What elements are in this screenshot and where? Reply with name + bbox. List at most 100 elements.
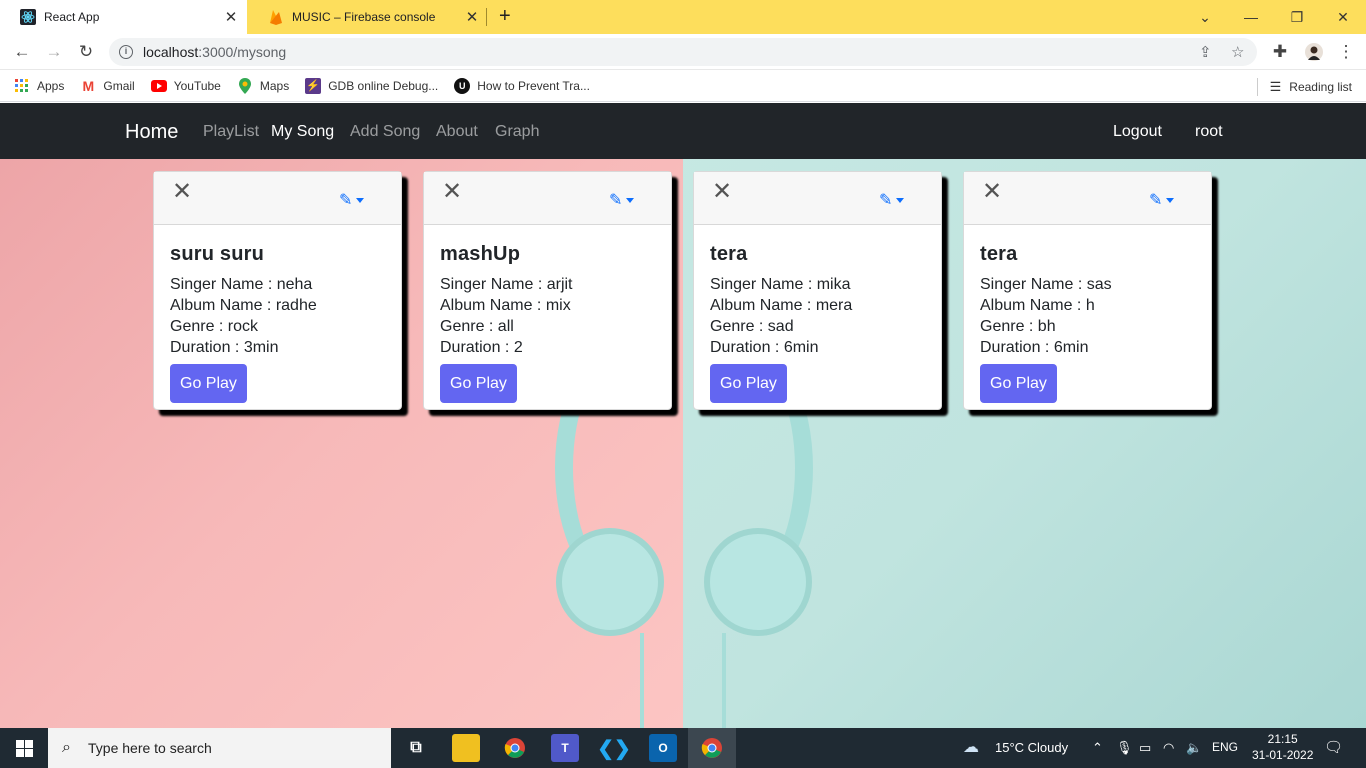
tab-firebase[interactable]: MUSIC – Firebase console ✕ [248, 0, 488, 34]
teams-icon[interactable]: T [551, 734, 579, 762]
pencil-icon: ✎ [609, 192, 623, 209]
album-name: Album Name : radhe [170, 297, 317, 314]
singer-name: Singer Name : neha [170, 276, 313, 293]
notifications-icon[interactable]: 🗨 [1324, 738, 1343, 756]
file-explorer-icon[interactable] [452, 734, 480, 762]
app-navbar: Home PlayList My Song Add Song About Gra… [0, 103, 1366, 159]
tab-strip: React App ✕ MUSIC – Firebase console ✕ +… [0, 0, 1366, 34]
profile-avatar[interactable] [1302, 40, 1326, 64]
maps-icon [237, 77, 253, 94]
weather-text[interactable]: 15°C Cloudy [995, 740, 1068, 755]
duration: Duration : 3min [170, 339, 279, 356]
bookmark-youtube[interactable]: YouTube [150, 78, 221, 94]
bookmark-maps[interactable]: Maps [237, 77, 289, 94]
site-info-icon[interactable]: i [119, 45, 133, 59]
card-body: tera Singer Name : mika Album Name : mer… [694, 225, 941, 403]
wifi-icon[interactable]: ◠ [1163, 740, 1174, 756]
restore-icon[interactable]: ❐ [1274, 0, 1320, 34]
chrome-icon[interactable] [501, 734, 529, 762]
bookmark-gdb[interactable]: ⚡ GDB online Debug... [305, 77, 439, 94]
pencil-icon: ✎ [339, 192, 353, 209]
back-icon[interactable]: ← [10, 40, 34, 64]
bookmark-prevent[interactable]: U How to Prevent Tra... [454, 77, 590, 94]
close-tab-icon[interactable]: ✕ [221, 8, 241, 26]
nav-link-my-song[interactable]: My Song [271, 123, 334, 141]
bookmark-label: GDB online Debug... [328, 78, 439, 93]
bookmark-star-icon[interactable]: ☆ [1231, 43, 1244, 61]
search-placeholder: Type here to search [88, 740, 212, 756]
edit-dropdown[interactable]: ✎ [1149, 190, 1175, 210]
gmail-icon: M [82, 77, 95, 94]
logout-link[interactable]: Logout [1113, 123, 1162, 141]
tab-title: MUSIC – Firebase console [292, 10, 436, 24]
cable-left [640, 633, 644, 728]
address-bar[interactable]: i localhost:3000/mysong ⇪ ☆ [109, 38, 1257, 66]
close-tab-icon[interactable]: ✕ [462, 8, 482, 26]
new-tab-icon[interactable]: + [499, 5, 511, 28]
genre: Genre : rock [170, 318, 259, 335]
react-icon [20, 9, 36, 25]
go-play-button[interactable]: Go Play [440, 364, 517, 403]
singer-name: Singer Name : sas [980, 276, 1112, 293]
go-play-button[interactable]: Go Play [710, 364, 787, 403]
reading-list[interactable]: ☰ Reading list [1256, 78, 1352, 96]
nav-brand-home[interactable]: Home [125, 121, 178, 144]
caret-down-icon [896, 197, 905, 203]
udemy-icon: U [454, 77, 471, 94]
caret-down-icon [626, 197, 635, 203]
bookmark-label: Gmail [103, 78, 135, 93]
vscode-icon[interactable]: ❮❯ [597, 734, 631, 762]
go-play-button[interactable]: Go Play [170, 364, 247, 403]
task-view-icon[interactable]: ⧉ [402, 734, 430, 762]
song-card: ✕ ✎ mashUp Singer Name : arjit Album Nam… [423, 171, 672, 410]
nav-link-playlist[interactable]: PlayList [203, 123, 259, 141]
delete-song-icon[interactable]: ✕ [172, 180, 192, 204]
system-clock[interactable]: 21:15 31-01-2022 [1252, 731, 1313, 763]
song-card: ✕ ✎ suru suru Singer Name : neha Album N… [153, 171, 402, 410]
cloud-icon: ☁ [963, 739, 979, 756]
extensions-icon[interactable]: ✚ [1268, 40, 1292, 64]
bookmark-apps[interactable]: Apps [14, 78, 64, 94]
close-window-icon[interactable]: ✕ [1320, 0, 1366, 34]
share-icon[interactable]: ⇪ [1199, 43, 1212, 61]
minimize-icon[interactable]: — [1228, 0, 1274, 34]
browser-chrome: React App ✕ MUSIC – Firebase console ✕ +… [0, 0, 1366, 102]
reload-icon[interactable]: ↻ [74, 40, 98, 64]
taskbar-search[interactable]: ⌕ Type here to search [48, 728, 391, 768]
song-card: ✕ ✎ tera Singer Name : sas Album Name : … [963, 171, 1212, 410]
bookmark-label: Apps [37, 78, 65, 93]
outlook-icon[interactable]: O [649, 734, 677, 762]
forward-icon[interactable]: → [42, 40, 66, 64]
volume-icon[interactable]: 🔈 [1186, 740, 1202, 756]
delete-song-icon[interactable]: ✕ [982, 180, 1002, 204]
song-title: tera [710, 243, 748, 265]
bookmark-gmail[interactable]: M Gmail [80, 77, 135, 94]
nav-link-about[interactable]: About [436, 123, 478, 141]
battery-icon[interactable]: ▭ [1139, 740, 1151, 756]
earcup-left [556, 528, 664, 636]
tab-react-app[interactable]: React App ✕ [0, 0, 247, 34]
edit-dropdown[interactable]: ✎ [879, 190, 905, 210]
menu-icon[interactable]: ⋮ [1334, 40, 1358, 64]
edit-dropdown[interactable]: ✎ [339, 190, 365, 210]
card-body: suru suru Singer Name : neha Album Name … [154, 225, 401, 403]
page-content: Home PlayList My Song Add Song About Gra… [0, 103, 1366, 728]
tab-search-icon[interactable]: ⌄ [1182, 0, 1228, 34]
windows-start-icon[interactable] [0, 728, 48, 768]
song-title: tera [980, 243, 1018, 265]
language-indicator[interactable]: ENG [1212, 740, 1238, 754]
chrome-icon[interactable] [698, 734, 726, 762]
gdb-icon: ⚡ [305, 77, 322, 94]
pencil-icon: ✎ [879, 192, 893, 209]
card-header: ✕ ✎ [154, 172, 401, 225]
user-name[interactable]: root [1195, 123, 1223, 141]
nav-link-add-song[interactable]: Add Song [350, 123, 420, 141]
delete-song-icon[interactable]: ✕ [442, 180, 462, 204]
delete-song-icon[interactable]: ✕ [712, 180, 732, 204]
microphone-icon[interactable]: 🎙 [1116, 740, 1133, 756]
edit-dropdown[interactable]: ✎ [609, 190, 635, 210]
chevron-up-icon[interactable]: ⌃ [1092, 740, 1103, 756]
nav-link-graph[interactable]: Graph [495, 123, 539, 141]
firebase-icon [268, 9, 284, 25]
go-play-button[interactable]: Go Play [980, 364, 1057, 403]
